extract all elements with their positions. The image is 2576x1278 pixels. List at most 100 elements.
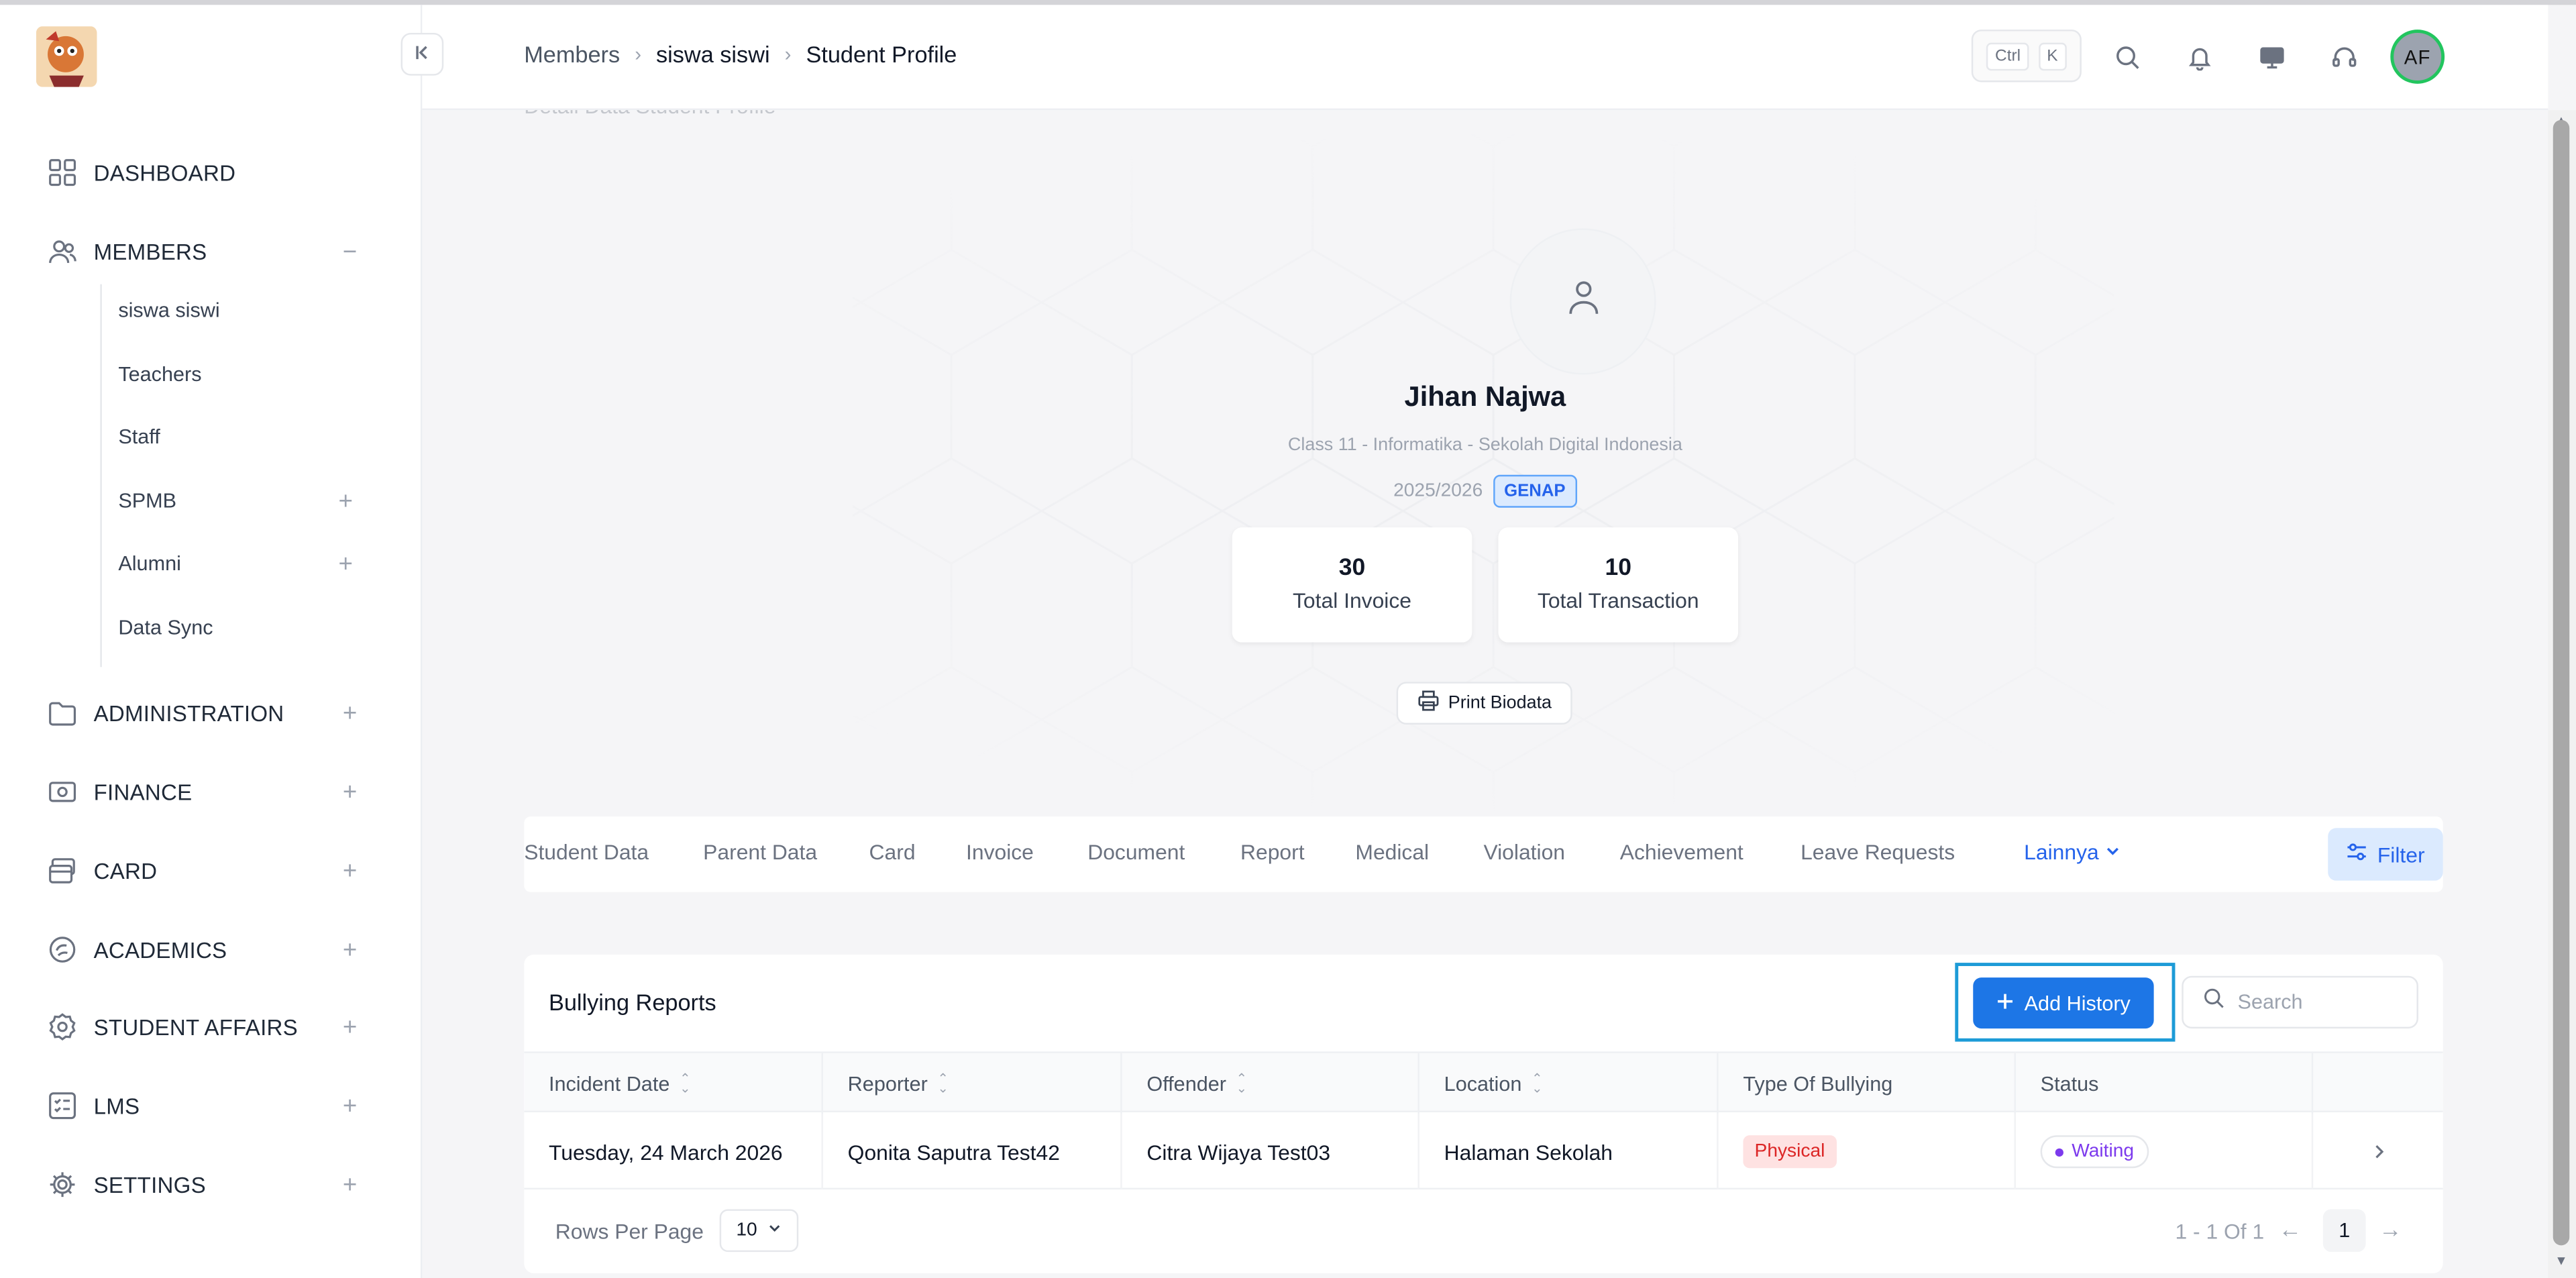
kbd-k: K [2039,42,2066,70]
tab-leave-requests[interactable]: Leave Requests [1801,839,1955,864]
semester-badge: GENAP [1492,474,1577,508]
nav-student-affairs[interactable]: STUDENT AFFAIRS + [46,1007,375,1047]
academic-period: 2025/2026 GENAP [422,474,2548,508]
nav-lms[interactable]: LMS + [46,1086,375,1126]
monitor-icon[interactable] [2255,41,2288,74]
expand-toggle[interactable]: + [338,549,352,578]
expand-toggle[interactable]: + [338,1087,361,1124]
status-dot [2055,1147,2063,1156]
sub-item-label: SPMB [118,489,177,513]
nav-finance[interactable]: FINANCE + [46,772,375,812]
col-location[interactable]: Location ⌃ ⌄ [1419,1053,1719,1114]
expand-toggle[interactable]: + [338,487,352,515]
tab-more-dropdown[interactable]: Lainnya [2024,839,2121,864]
next-page-arrow-icon[interactable]: → [2379,1216,2402,1242]
prev-page-arrow-icon[interactable]: ← [2279,1216,2302,1242]
card-icon [46,854,79,887]
nav-administration[interactable]: ADMINISTRATION + [46,693,375,733]
vertical-scrollbar[interactable]: ▲ ▼ [2548,110,2576,1278]
nav-dashboard[interactable]: DASHBOARD [46,153,375,193]
tab-parent-data[interactable]: Parent Data [703,839,817,864]
tab-document[interactable]: Document [1087,839,1185,864]
tab-violation[interactable]: Violation [1483,839,1565,864]
expand-toggle[interactable]: + [338,853,361,889]
nav-label: MEMBERS [93,239,207,264]
breadcrumb-siswa[interactable]: siswa siswi [656,41,770,67]
cell-status: Waiting [2016,1114,2314,1190]
sub-item-siswa[interactable]: siswa siswi [118,294,364,327]
table-row[interactable]: Tuesday, 24 March 2026 Qonita Saputra Te… [524,1114,2443,1190]
col-reporter[interactable]: Reporter ⌃ ⌄ [823,1053,1122,1114]
stat-value: 10 [1605,555,1632,582]
printer-icon [1417,690,1438,716]
expand-toggle[interactable]: + [338,1167,361,1203]
expand-toggle[interactable]: + [338,774,361,810]
expand-toggle[interactable]: + [338,932,361,968]
cell-location: Halaman Sekolah [1419,1114,1719,1190]
table-header: Incident Date ⌃ ⌄ Reporter ⌃ ⌄ Offender ⌃ ⌄ Lo… [524,1051,2443,1114]
sub-item-teachers[interactable]: Teachers [118,358,364,391]
bullying-reports-card: Bullying Reports Add History Incident Da… [524,954,2443,1273]
add-history-label: Add History [2024,991,2131,1015]
nav-members[interactable]: MEMBERS − [46,231,375,271]
sub-item-spmb[interactable]: SPMB + [118,484,364,517]
table-search[interactable] [2182,975,2418,1029]
scrollbar-thumb[interactable] [2553,119,2570,1246]
tab-report[interactable]: Report [1240,839,1305,864]
nav-card[interactable]: CARD + [46,851,375,891]
nav-label: LMS [93,1093,140,1118]
tab-invoice[interactable]: Invoice [966,839,1034,864]
col-offender[interactable]: Offender ⌃ ⌄ [1122,1053,1419,1114]
rows-per-page-select[interactable]: 10 [719,1209,799,1253]
bell-icon[interactable] [2184,41,2216,74]
command-palette-shortcut[interactable]: Ctrl K [1971,30,2082,83]
nav-label: SETTINGS [93,1172,206,1197]
stat-value: 30 [1338,555,1366,582]
filter-label: Filter [2377,842,2425,867]
nav-academics[interactable]: ACADEMICS + [46,930,375,969]
school-logo[interactable] [36,26,97,87]
sub-item-label: Staff [118,425,160,449]
add-history-button[interactable]: Add History [1973,977,2154,1029]
scroll-down-icon[interactable]: ▼ [2555,1254,2567,1269]
print-label: Print Biodata [1448,693,1552,713]
sub-item-data-sync[interactable]: Data Sync [118,611,364,644]
student-name: Jihan Najwa [1404,381,1566,413]
column-label: Offender [1146,1071,1226,1096]
tab-medical[interactable]: Medical [1355,839,1429,864]
tab-card[interactable]: Card [869,839,916,864]
sub-item-label: siswa siswi [118,299,220,323]
chevron-right-icon: › [784,42,792,66]
sub-item-label: Teachers [118,363,202,386]
sub-item-staff[interactable]: Staff [118,421,364,454]
page-number[interactable]: 1 [2322,1209,2366,1253]
breadcrumb-members[interactable]: Members [524,41,620,67]
headset-icon[interactable] [2328,41,2361,74]
expand-toggle[interactable]: + [338,695,361,731]
tab-student-data[interactable]: Student Data [524,839,649,864]
app-root: DASHBOARD MEMBERS − siswa siswi Teachers… [0,0,2576,1278]
status-label: Waiting [2072,1142,2135,1162]
filter-button[interactable]: Filter [2328,828,2443,881]
sidebar-collapse-button[interactable] [400,32,444,76]
type-badge: Physical [1743,1135,1837,1169]
col-incident-date[interactable]: Incident Date ⌃ ⌄ [524,1053,823,1114]
search-icon[interactable] [2111,41,2144,74]
print-biodata-button[interactable]: Print Biodata [1396,682,1572,725]
top-border [0,0,2576,5]
nav-settings[interactable]: SETTINGS + [46,1165,375,1204]
tab-achievement[interactable]: Achievement [1620,839,1743,864]
breadcrumb-current: Student Profile [806,41,957,68]
sub-item-alumni[interactable]: Alumni + [118,547,364,580]
expand-toggle[interactable]: + [338,1009,361,1045]
row-open-button[interactable] [2313,1114,2443,1189]
chevron-down-icon [2105,839,2121,864]
search-input[interactable] [2237,990,2402,1014]
tab-more-label: Lainnya [2024,839,2099,865]
academics-icon [46,933,79,966]
main-content: Detail Data Student Profile [422,110,2548,1278]
cell-reporter: Qonita Saputra Test42 [823,1114,1122,1190]
user-avatar[interactable]: AF [2390,30,2445,84]
collapse-toggle[interactable]: − [338,233,361,270]
col-type: Type Of Bullying [1719,1053,2016,1114]
